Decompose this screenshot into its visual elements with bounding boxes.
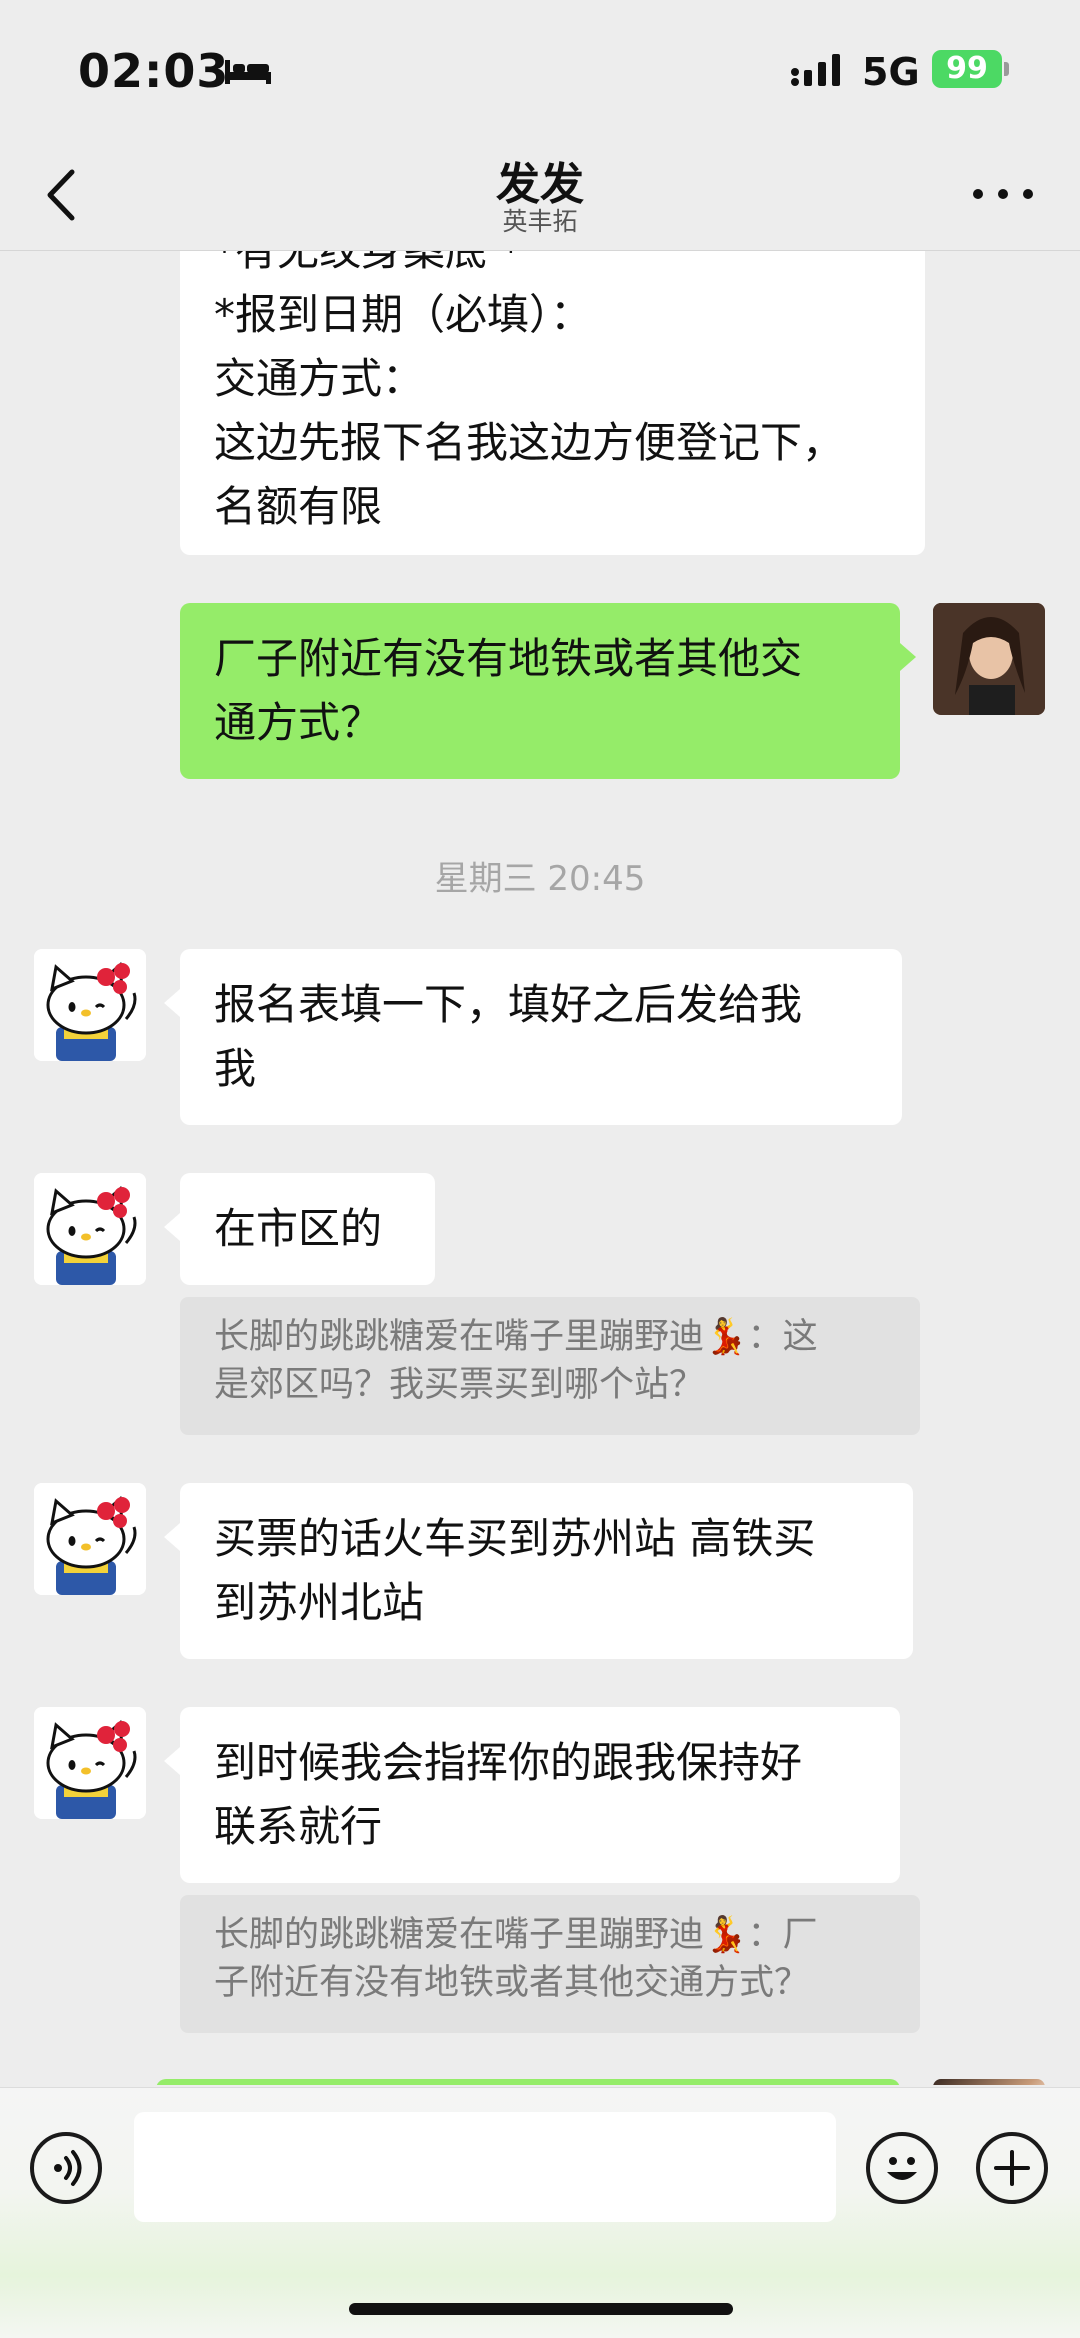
quoted-message[interactable]: 长脚的跳跳糖爱在嘴子里蹦野迪💃：厂 子附近有没有地铁或者其他交通方式？ [180,1895,920,2033]
message-bubble-incoming[interactable]: *有无纹身案底 * *报到日期（必填）： 交通方式： 这边先报下名我这边方便登记… [180,251,925,555]
emoji-icon[interactable] [866,2132,938,2204]
voice-waves [54,2150,82,2186]
hello-kitty-icon [34,1483,146,1595]
message-bubble-outgoing-partial[interactable] [156,2079,900,2085]
input-bar [0,2087,1080,2338]
emoji-face [887,2157,917,2180]
hello-kitty-avatar[interactable] [34,1707,146,1819]
hello-kitty-icon [34,1707,146,1819]
status-bar: 02:03 5G 99 [0,0,1080,140]
message-bubble-incoming[interactable]: 到时候我会指挥你的跟我保持好 联系就行 [180,1707,900,1883]
photo-avatar[interactable] [933,603,1045,715]
network-type: 5G [862,50,920,94]
avatar-photo-image [933,603,1045,715]
message-bubble-incoming[interactable]: 买票的话火车买到苏州站 高铁买 到苏州北站 [180,1483,913,1659]
battery-indicator: 99 [932,50,1002,88]
bubble-tail [164,1213,180,1241]
message-bubble-incoming[interactable]: 在市区的 [180,1173,435,1285]
chat-subtitle: 英丰拓 [502,207,578,236]
hello-kitty-icon [34,1173,146,1285]
bubble-tail [164,1523,180,1551]
message-bubble-incoming[interactable]: 报名表填一下，填好之后发给我 我 [180,949,902,1125]
hello-kitty-avatar[interactable] [34,1483,146,1595]
hello-kitty-avatar[interactable] [34,949,146,1061]
battery-tip [1004,62,1009,76]
sleep-mode-icon [225,60,271,84]
message-bubble-outgoing[interactable]: 厂子附近有没有地铁或者其他交 通方式？ [180,603,900,779]
plus-sign [994,2150,1030,2186]
message-list[interactable]: *有无纹身案底 * *报到日期（必填）： 交通方式： 这边先报下名我这边方便登记… [0,251,1080,2085]
status-time: 02:03 [78,44,230,98]
time-separator: 星期三 20:45 [434,859,646,899]
hello-kitty-icon [34,949,146,1061]
bubble-tail [900,643,916,671]
bubble-tail [164,1747,180,1775]
bubble-tail [164,989,180,1017]
signal-icon [791,54,840,86]
plus-icon[interactable] [976,2132,1048,2204]
photo-avatar[interactable] [933,2079,1045,2085]
quoted-message[interactable]: 长脚的跳跳糖爱在嘴子里蹦野迪💃：这 是郊区吗？我买票买到哪个站？ [180,1297,920,1435]
hello-kitty-avatar[interactable] [34,1173,146,1285]
message-input[interactable] [134,2112,836,2222]
home-indicator[interactable] [349,2303,733,2315]
chat-header: 发发 英丰拓 [0,140,1080,251]
voice-icon[interactable] [30,2132,102,2204]
more-dots-icon[interactable] [968,176,1038,212]
